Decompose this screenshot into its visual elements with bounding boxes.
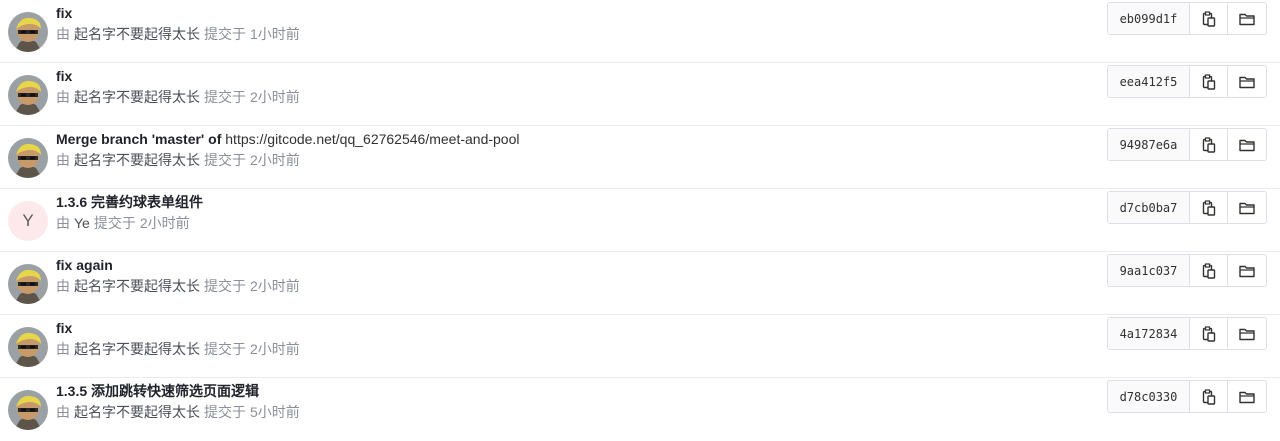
commit-meta: 由起名字不要起得太长 提交于 2小时前 [56,89,300,105]
commit-row: fix 由起名字不要起得太长 提交于 2小时前 4a172834 [0,315,1280,378]
commit-title[interactable]: fix [56,3,72,23]
browse-files-button[interactable] [1227,129,1266,160]
commit-row: 1.3.5 添加跳转快速筛选页面逻辑 由起名字不要起得太长 提交于 5小时前 d78… [0,378,1280,441]
browse-files-button[interactable] [1227,3,1266,34]
commit-row: fix again 由起名字不要起得太长 提交于 2小时前 9aa1c037 [0,252,1280,315]
commit-author[interactable]: 起名字不要起得太长 [74,152,200,168]
commit-author[interactable]: 起名字不要起得太长 [74,278,200,294]
commit-time: 2小时前 [139,215,190,231]
commit-sha[interactable]: d7cb0ba7 [1108,192,1190,223]
commit-time: 5小时前 [250,404,300,420]
commit-time: 2小时前 [250,341,300,357]
copy-sha-button[interactable] [1190,318,1228,349]
commit-sha[interactable]: 94987e6a [1108,129,1190,160]
commit-sha[interactable]: eea412f5 [1108,66,1190,97]
user-avatar[interactable] [8,138,48,178]
browse-files-button[interactable] [1227,318,1266,349]
commit-row: Y 1.3.6 完善约球表单组件 由 Ye 提交于 2小时前 d7cb0ba7 [0,189,1280,252]
copy-icon [1202,325,1216,342]
commit-sha[interactable]: 9aa1c037 [1108,255,1190,286]
user-avatar[interactable] [8,327,48,367]
commit-row: fix 由起名字不要起得太长 提交于 1小时前 eb099d1f [0,0,1280,63]
copy-icon [1202,10,1216,27]
copy-icon [1202,199,1216,216]
copy-icon [1202,136,1216,153]
browse-files-button[interactable] [1227,66,1266,97]
copy-icon [1202,262,1216,279]
copy-sha-button[interactable] [1190,381,1228,412]
copy-sha-button[interactable] [1190,66,1228,97]
copy-sha-button[interactable] [1190,192,1228,223]
commit-title[interactable]: 1.3.6 完善约球表单组件 [56,192,203,212]
commit-row: fix 由起名字不要起得太长 提交于 2小时前 eea412f5 [0,63,1280,126]
browse-files-button[interactable] [1227,192,1266,223]
folder-icon [1239,327,1255,341]
commit-time: 1小时前 [250,26,300,42]
commit-sha[interactable]: 4a172834 [1108,318,1190,349]
user-avatar[interactable] [8,264,48,304]
commit-author[interactable]: 起名字不要起得太长 [74,341,200,357]
commit-actions: eea412f5 [1107,65,1267,98]
commit-title[interactable]: fix [56,66,72,86]
folder-icon [1239,264,1255,278]
commit-title[interactable]: fix again [56,255,113,275]
folder-icon [1239,138,1255,152]
commit-title[interactable]: fix [56,318,72,338]
commit-author[interactable]: 起名字不要起得太长 [74,26,200,42]
commit-list: fix 由起名字不要起得太长 提交于 1小时前 eb099d1f fix 由起名字不… [0,0,1280,441]
folder-icon [1239,75,1255,89]
commit-actions: 94987e6a [1107,128,1267,161]
commit-author[interactable]: 起名字不要起得太长 [74,404,200,420]
commit-time: 2小时前 [250,152,300,168]
browse-files-button[interactable] [1227,381,1266,412]
commit-actions: eb099d1f [1107,2,1267,35]
user-avatar[interactable] [8,75,48,115]
commit-meta: 由起名字不要起得太长 提交于 1小时前 [56,26,300,42]
commit-title[interactable]: Merge branch 'master' of https://gitcode… [56,129,519,149]
commit-actions: 9aa1c037 [1107,254,1267,287]
commit-time: 2小时前 [250,278,300,294]
commit-meta: 由起名字不要起得太长 提交于 5小时前 [56,404,300,420]
user-avatar[interactable] [8,390,48,430]
user-avatar[interactable] [8,12,48,52]
commit-author[interactable]: 起名字不要起得太长 [74,89,200,105]
commit-title[interactable]: 1.3.5 添加跳转快速筛选页面逻辑 [56,381,259,401]
copy-sha-button[interactable] [1190,129,1228,160]
copy-sha-button[interactable] [1190,255,1228,286]
browse-files-button[interactable] [1227,255,1266,286]
commit-sha[interactable]: eb099d1f [1108,3,1190,34]
commit-meta: 由起名字不要起得太长 提交于 2小时前 [56,152,300,168]
user-avatar[interactable]: Y [8,201,48,241]
commit-actions: 4a172834 [1107,317,1267,350]
commit-meta: 由起名字不要起得太长 提交于 2小时前 [56,341,300,357]
folder-icon [1239,12,1255,26]
commit-title-link[interactable]: https://gitcode.net/qq_62762546/meet-and… [225,131,519,147]
commit-author[interactable]: Ye [74,215,90,231]
commit-sha[interactable]: d78c0330 [1108,381,1190,412]
copy-icon [1202,388,1216,405]
folder-icon [1239,390,1255,404]
commit-actions: d78c0330 [1107,380,1267,413]
copy-icon [1202,73,1216,90]
copy-sha-button[interactable] [1190,3,1228,34]
commit-meta: 由起名字不要起得太长 提交于 2小时前 [56,278,300,294]
commit-row: Merge branch 'master' of https://gitcode… [0,126,1280,189]
commit-actions: d7cb0ba7 [1107,191,1267,224]
commit-time: 2小时前 [250,89,300,105]
commit-meta: 由 Ye 提交于 2小时前 [56,215,190,231]
folder-icon [1239,201,1255,215]
